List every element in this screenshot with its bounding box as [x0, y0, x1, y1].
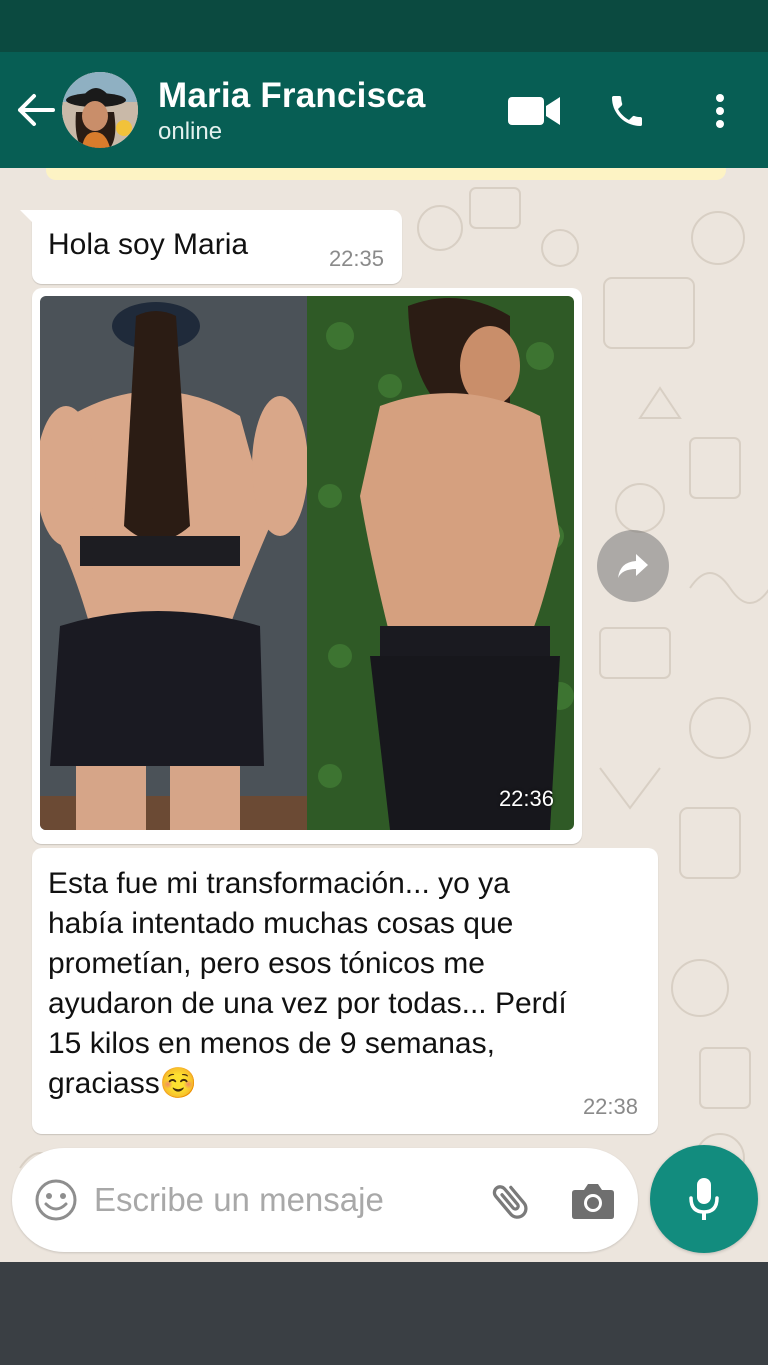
message-composer [12, 1148, 638, 1252]
message-text: Hola soy Maria [48, 228, 249, 261]
before-after-photo[interactable]: 22:36 [40, 296, 574, 830]
video-call-button[interactable] [506, 86, 562, 136]
emoji-icon [35, 1179, 77, 1221]
message-bubble[interactable]: Esta fue mi transformación... yo ya habí… [32, 848, 658, 1134]
encryption-banner [46, 168, 726, 180]
camera-icon [572, 1184, 614, 1219]
bubble-tail [20, 210, 34, 224]
message-bubble[interactable]: Hola soy Maria 22:35 [20, 210, 402, 284]
contact-name[interactable]: Maria Francisca [158, 76, 426, 116]
image-time: 22:36 [498, 786, 554, 811]
status-bar [0, 0, 768, 52]
system-navigation-bar [0, 1262, 768, 1365]
forward-button[interactable] [597, 530, 669, 602]
voice-message-button[interactable] [650, 1145, 758, 1253]
contact-avatar[interactable] [62, 72, 138, 148]
message-input[interactable] [94, 1178, 454, 1222]
message-time: 22:38 [582, 1094, 638, 1119]
more-vertical-icon [716, 94, 724, 128]
emoji-button[interactable] [34, 1178, 78, 1222]
camera-button[interactable] [568, 1176, 618, 1226]
attach-button[interactable] [486, 1176, 536, 1226]
chat-header: Maria Francisca online [0, 52, 768, 168]
back-button[interactable] [14, 88, 58, 132]
forward-icon [618, 554, 648, 578]
microphone-icon [689, 1178, 719, 1220]
contact-status: online [158, 118, 223, 145]
chat-area[interactable]: Hola soy Maria 22:35 22:36 Esta fue mi t… [0, 168, 768, 1262]
video-camera-icon [508, 97, 560, 125]
more-options-button[interactable] [700, 86, 740, 136]
image-message-bubble[interactable]: 22:36 [32, 288, 582, 844]
arrow-left-icon [18, 94, 55, 126]
phone-icon [612, 96, 642, 126]
message-text: Esta fue mi transformación... yo ya habí… [48, 867, 567, 1100]
paperclip-icon [492, 1185, 528, 1219]
message-time: 22:35 [328, 246, 384, 271]
voice-call-button[interactable] [602, 86, 652, 136]
